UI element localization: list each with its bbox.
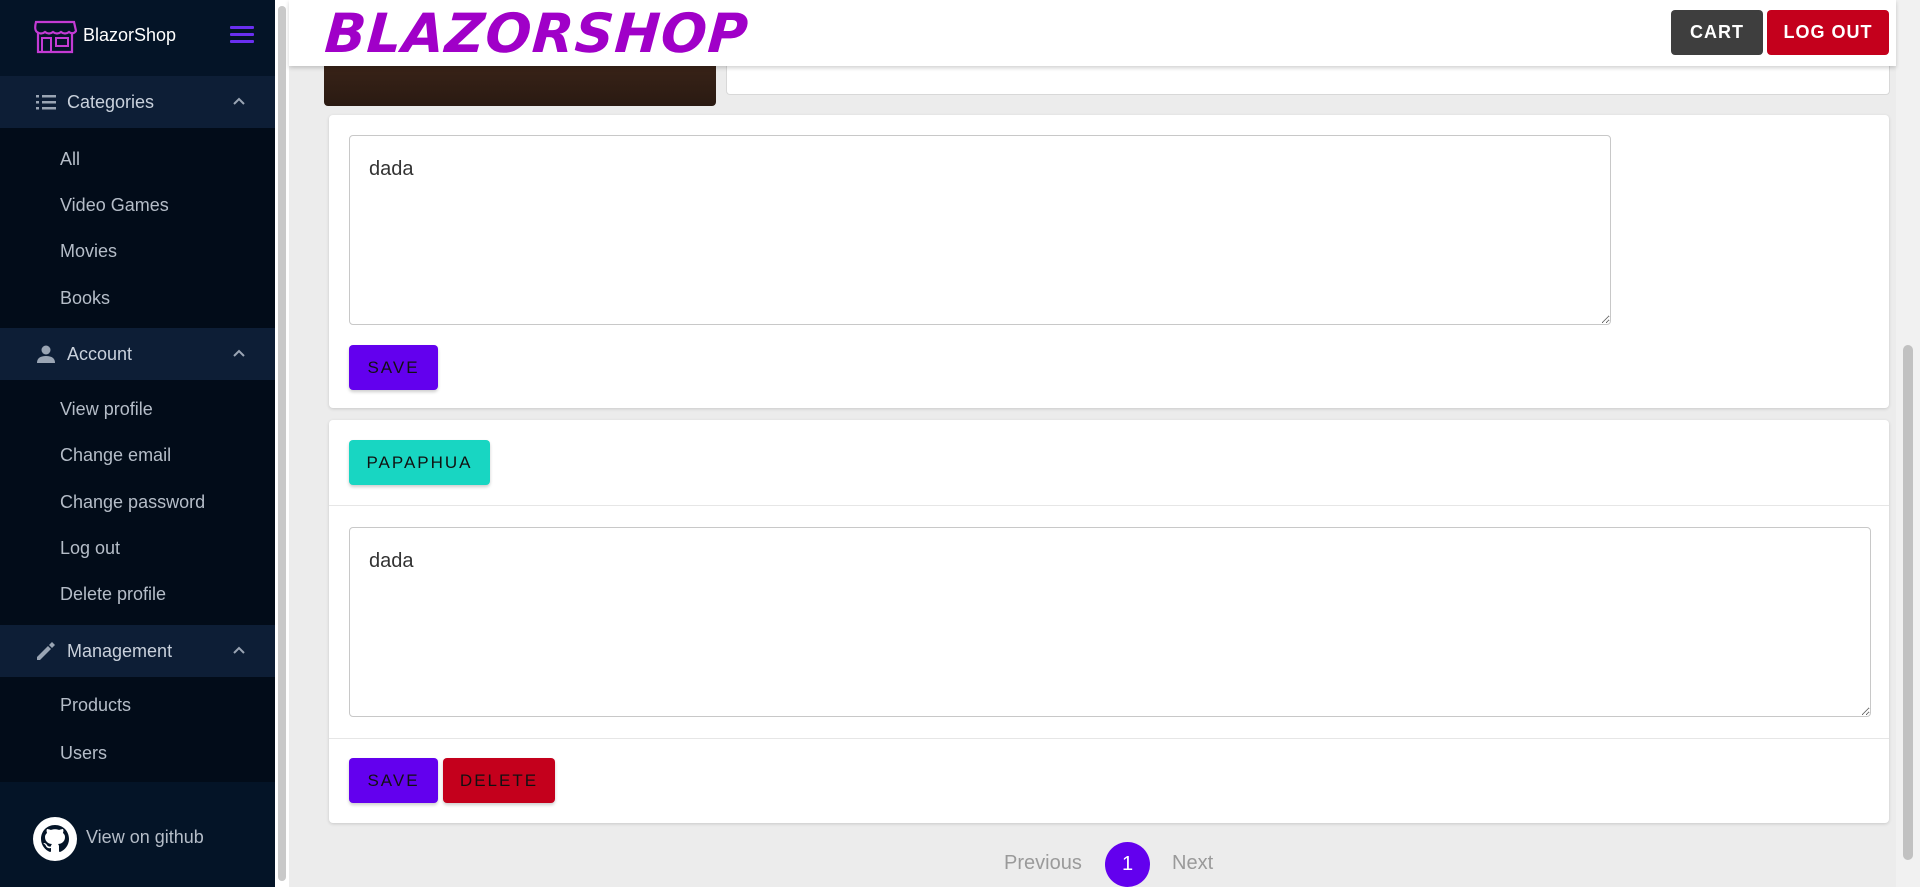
- sidebar-item-all[interactable]: All: [60, 149, 80, 170]
- review-card: PAPAPHUA dada SAVE DELETE: [329, 420, 1889, 823]
- management-group-body: [0, 677, 275, 782]
- store-icon: [34, 20, 77, 54]
- categories-group-body: [0, 128, 275, 328]
- sidebar-item-view-profile[interactable]: View profile: [60, 399, 153, 420]
- sidebar: BlazorShop Categories All Video Games Mo…: [0, 0, 275, 887]
- categories-group-header[interactable]: Categories: [0, 76, 275, 128]
- account-group-label: Account: [67, 343, 133, 364]
- sidebar-item-log-out[interactable]: Log out: [60, 538, 120, 559]
- chevron-up-icon: [233, 646, 245, 654]
- cart-button[interactable]: CART: [1671, 10, 1763, 55]
- account-group-header[interactable]: Account: [0, 328, 275, 380]
- pencil-icon: [37, 642, 55, 660]
- sidebar-item-books[interactable]: Books: [60, 288, 110, 309]
- logout-button[interactable]: LOG OUT: [1767, 10, 1889, 55]
- menu-toggle-icon[interactable]: [230, 26, 254, 46]
- pagination-next[interactable]: Next: [1172, 852, 1213, 875]
- brand: BlazorShop: [0, 0, 275, 72]
- pagination-previous[interactable]: Previous: [1004, 852, 1082, 875]
- github-icon[interactable]: [32, 816, 78, 862]
- review-author-chip[interactable]: PAPAPHUA: [349, 440, 490, 485]
- review-textarea[interactable]: dada: [349, 135, 1611, 325]
- review-textarea[interactable]: dada: [349, 527, 1871, 717]
- divider: [329, 505, 1889, 506]
- sidebar-item-change-email[interactable]: Change email: [60, 445, 171, 466]
- list-icon: [36, 95, 56, 110]
- categories-group-label: Categories: [67, 91, 155, 112]
- sidebar-item-users[interactable]: Users: [60, 743, 107, 764]
- divider: [329, 738, 1889, 739]
- sidebar-scrollbar[interactable]: [275, 0, 289, 887]
- management-group-header[interactable]: Management: [0, 625, 275, 677]
- brand-name[interactable]: BlazorShop: [83, 25, 176, 46]
- chevron-up-icon: [233, 97, 245, 105]
- main-scrollbar[interactable]: [1896, 0, 1920, 887]
- save-button[interactable]: SAVE: [349, 758, 438, 803]
- sidebar-item-movies[interactable]: Movies: [60, 241, 117, 262]
- chevron-up-icon: [233, 349, 245, 357]
- product-image: [324, 60, 716, 106]
- sidebar-item-video-games[interactable]: Video Games: [60, 195, 169, 216]
- sidebar-item-delete-profile[interactable]: Delete profile: [60, 584, 166, 605]
- management-group-label: Management: [67, 640, 173, 661]
- page-title: BLAZORSHOP: [322, 2, 751, 65]
- save-button[interactable]: SAVE: [349, 345, 438, 390]
- github-link[interactable]: View on github: [86, 827, 204, 848]
- person-icon: [37, 345, 55, 363]
- review-card: dada SAVE: [329, 115, 1889, 408]
- top-bar: BLAZORSHOP CART LOG OUT: [289, 0, 1896, 66]
- pagination-current-page[interactable]: 1: [1105, 842, 1150, 887]
- sidebar-item-products[interactable]: Products: [60, 695, 131, 716]
- sidebar-item-change-password[interactable]: Change password: [60, 492, 205, 513]
- delete-button[interactable]: DELETE: [443, 758, 555, 803]
